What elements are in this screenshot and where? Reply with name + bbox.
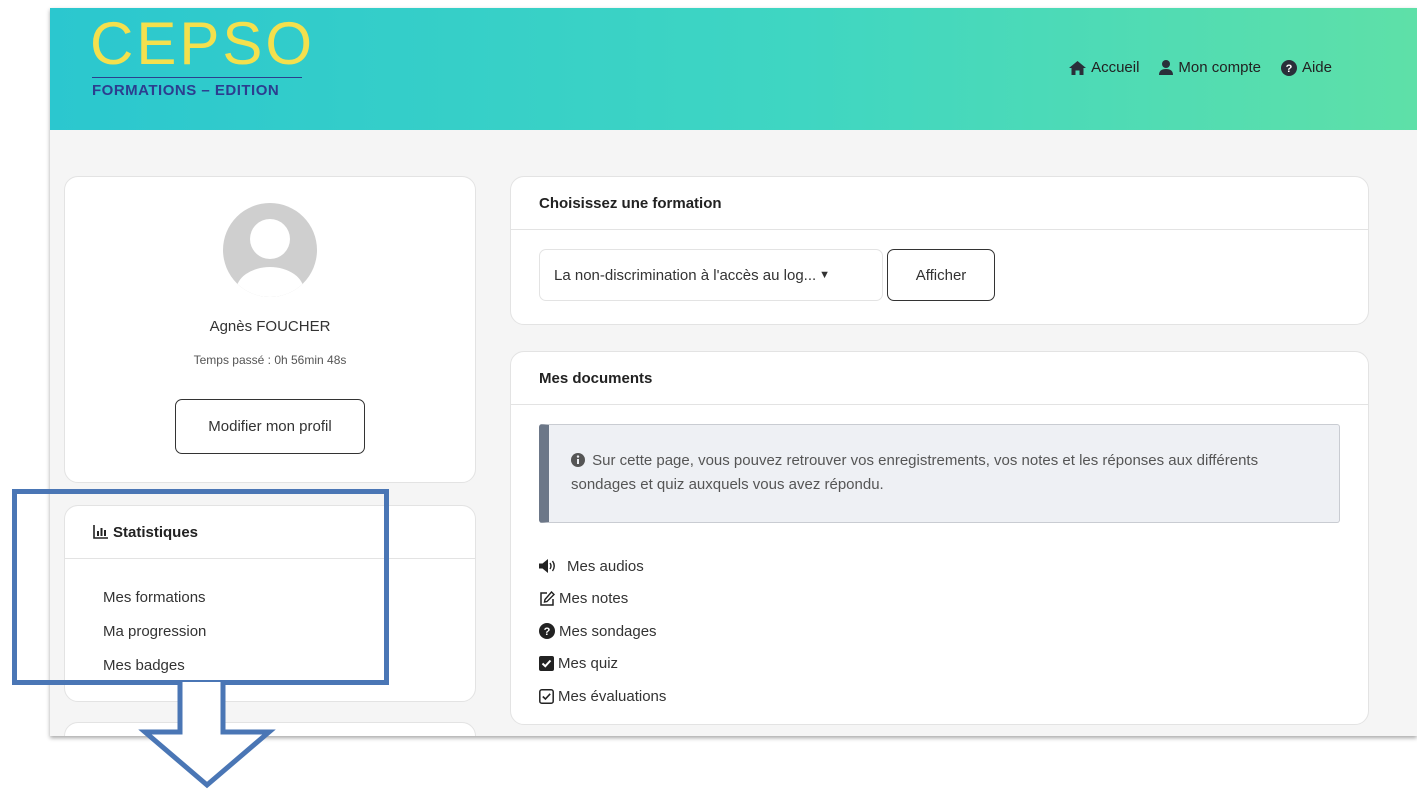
nav-account-label: Mon compte xyxy=(1178,59,1261,76)
annotation-highlight-box xyxy=(12,489,389,685)
documents-card: Mes documents Sur cette page, vous pouve… xyxy=(510,351,1369,725)
doc-label: Mes audios xyxy=(567,557,644,575)
formation-select-value: La non-discrimination à l'accès au log..… xyxy=(554,266,817,284)
show-button[interactable]: Afficher xyxy=(887,249,995,301)
documents-header: Mes documents xyxy=(511,352,1368,405)
edit-icon xyxy=(540,590,555,606)
doc-label: Mes quiz xyxy=(558,655,619,673)
doc-link-surveys[interactable]: ? Mes sondages xyxy=(539,615,666,648)
info-icon xyxy=(571,453,585,467)
top-nav: Accueil Mon compte ? Aide xyxy=(1069,59,1332,76)
info-text: Sur cette page, vous pouvez retrouver vo… xyxy=(571,452,1259,493)
doc-label: Mes sondages xyxy=(559,622,657,640)
svg-text:?: ? xyxy=(544,626,551,638)
doc-label: Mes évaluations xyxy=(558,687,667,705)
nav-home-label: Accueil xyxy=(1091,59,1140,76)
nav-help[interactable]: ? Aide xyxy=(1280,59,1332,76)
svg-text:?: ? xyxy=(1286,63,1293,75)
formation-card: Choisissez une formation La non-discrimi… xyxy=(510,176,1369,325)
site-header: CEPSO FORMATIONS – EDITION Accueil Mon c… xyxy=(50,8,1417,130)
doc-label: Mes notes xyxy=(559,590,629,608)
user-name: Agnès FOUCHER xyxy=(209,318,331,335)
info-alert: Sur cette page, vous pouvez retrouver vo… xyxy=(539,424,1340,523)
time-spent: Temps passé : 0h 56min 48s xyxy=(193,353,347,367)
user-icon xyxy=(1159,60,1174,75)
documents-title: Mes documents xyxy=(539,369,653,387)
documents-list: Mes audios Mes notes ? Mes sondages Mes … xyxy=(539,550,666,713)
speaker-icon xyxy=(539,559,555,574)
formation-select[interactable]: La non-discrimination à l'accès au log..… xyxy=(539,249,883,301)
logo-subtitle: FORMATIONS – EDITION xyxy=(92,82,280,99)
formation-title: Choisissez une formation xyxy=(539,194,722,212)
doc-link-evaluations[interactable]: Mes évaluations xyxy=(539,680,666,713)
nav-home[interactable]: Accueil xyxy=(1069,59,1139,76)
profile-card: Agnès FOUCHER Temps passé : 0h 56min 48s… xyxy=(64,176,476,483)
avatar xyxy=(223,203,317,297)
doc-link-audios[interactable]: Mes audios xyxy=(539,550,666,583)
check-square-outline-icon xyxy=(539,688,554,704)
home-icon xyxy=(1069,60,1087,75)
nav-help-label: Aide xyxy=(1301,59,1332,76)
down-arrow-icon xyxy=(138,682,276,789)
avatar-placeholder-icon xyxy=(236,219,304,297)
nav-account[interactable]: Mon compte xyxy=(1159,59,1261,76)
edit-profile-button[interactable]: Modifier mon profil xyxy=(175,399,365,454)
question-circle-icon: ? xyxy=(1280,59,1297,76)
caret-down-icon: ▼ xyxy=(819,269,831,281)
question-circle-icon: ? xyxy=(539,623,555,640)
logo-divider xyxy=(92,77,302,78)
doc-link-notes[interactable]: Mes notes xyxy=(539,583,666,616)
doc-link-quiz[interactable]: Mes quiz xyxy=(539,648,666,681)
logo-text[interactable]: CEPSO xyxy=(90,14,315,74)
check-square-filled-icon xyxy=(539,656,554,672)
formation-header: Choisissez une formation xyxy=(511,177,1368,230)
